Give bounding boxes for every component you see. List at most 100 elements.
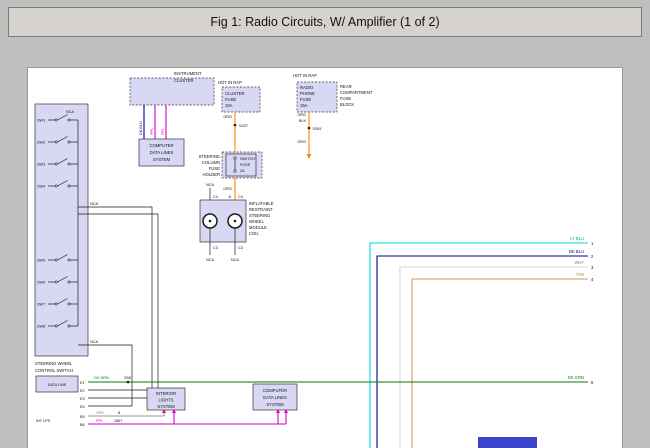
holder-name: HOLDER bbox=[203, 172, 220, 177]
pin-label: B5 bbox=[80, 415, 85, 419]
fuse-rating: 10A bbox=[225, 103, 233, 108]
circuit-number: 8 bbox=[118, 411, 120, 415]
component-name: MODULE bbox=[249, 225, 267, 230]
nca-label: NCA bbox=[231, 258, 239, 262]
pin-number: 8 bbox=[591, 380, 594, 385]
pin-label: C4 bbox=[213, 195, 218, 199]
wire-color-label: ORG bbox=[297, 140, 306, 144]
pin-number: 1 bbox=[591, 241, 594, 246]
wire-color-label: BLK bbox=[299, 119, 307, 123]
nca-label: NCA bbox=[206, 258, 214, 262]
computer-data-lines-system-bottom: COMPUTER DATA LINES SYSTEM bbox=[253, 384, 297, 410]
switch-harness-wires: NCA NCA bbox=[78, 202, 158, 406]
footer-blue-box[interactable] bbox=[478, 437, 537, 448]
wire-color-label: TAN bbox=[576, 272, 584, 277]
cluster-data-wires: DK BLU PPL PPL bbox=[139, 105, 166, 139]
figure-title-bar: Fig 1: Radio Circuits, W/ Amplifier (1 o… bbox=[8, 7, 642, 37]
component-name: STEERING WHEEL bbox=[35, 361, 73, 366]
wire-color-label: ORG bbox=[297, 113, 306, 117]
dark-green-wire: DK GRN S38 DK GRN 8 bbox=[88, 375, 594, 385]
wiring-diagram: SW1 SW2 SW3 SW4 bbox=[28, 68, 622, 448]
hot-in-rap-label: HOT IN RAP bbox=[218, 80, 242, 85]
pin-number: 2 bbox=[591, 254, 594, 259]
wire-color-label: DK GRN bbox=[568, 375, 584, 380]
pin-label: E1 bbox=[80, 381, 85, 385]
switch-label: SW7 bbox=[37, 303, 45, 307]
component-name: COIL bbox=[249, 231, 259, 236]
pin-label: E2 bbox=[80, 389, 85, 393]
component-name: COMPUTER bbox=[150, 143, 174, 148]
component-name: SYSTEM bbox=[153, 157, 171, 162]
switch-label: SW4 bbox=[37, 185, 45, 189]
hot-in-rap-label: HOT IN RAP bbox=[293, 73, 317, 78]
fuse-name: FUSE bbox=[240, 163, 251, 167]
svg-text:REAR: REAR bbox=[340, 84, 352, 89]
circuit-number: 1857 bbox=[114, 419, 122, 423]
connector-name: INT LPS bbox=[36, 419, 51, 423]
switch-label: SW3 bbox=[37, 163, 45, 167]
wire-color-label: DK BLU bbox=[139, 121, 143, 135]
steering-column-fuse-holder: SWITCH FUSE 2A STEERING COLUMN FUSE HOLD… bbox=[199, 152, 262, 178]
fuse-name: SWITCH bbox=[240, 157, 255, 161]
pin-number: 4 bbox=[591, 277, 594, 282]
wire-color-label: PPL bbox=[96, 419, 103, 423]
orange-wire-radio: ORG BLK S305 ORG bbox=[297, 112, 321, 159]
fuse-name: PHONE bbox=[300, 91, 315, 96]
svg-text:FUSE: FUSE bbox=[340, 96, 351, 101]
pin-label: E4 bbox=[80, 405, 85, 409]
pin-number: 3 bbox=[591, 265, 594, 270]
data-line-connector: DATA LINE E1 E2 E3 E4 INT LPS B5 B6 bbox=[36, 376, 85, 427]
component-name: INFLATABLE bbox=[249, 201, 274, 206]
connector-name: DATA LINE bbox=[48, 383, 67, 387]
component-name: WHEEL bbox=[249, 219, 265, 224]
component-name: STEERING bbox=[249, 213, 270, 218]
radio-harness-wires: LT BLU 1 DK BLU 2 WHT 3 TAN 4 bbox=[370, 236, 594, 448]
splice-label: S207 bbox=[239, 124, 248, 128]
fuse-rating: 15A bbox=[300, 103, 308, 108]
nca-label: NCA bbox=[90, 202, 98, 206]
wire-color-label: WHT bbox=[574, 260, 584, 265]
holder-name: COLUMN bbox=[202, 160, 220, 165]
wire-color-label: GRY bbox=[96, 411, 105, 415]
interior-lights-system: INTERIOR LIGHTS SYSTEM bbox=[147, 388, 185, 410]
nca-label: NCA bbox=[206, 183, 214, 187]
wire-color-label: PPL bbox=[150, 128, 154, 135]
pin-label: C3 bbox=[213, 246, 218, 250]
instrument-cluster: INSTRUMENT CLUSTER bbox=[130, 71, 214, 105]
wire-color-label: DK GRN bbox=[94, 376, 109, 380]
fuse-rating: 2A bbox=[240, 169, 245, 173]
component-name: DATA LINES bbox=[150, 150, 174, 155]
wire-color-label: LT BLU bbox=[570, 236, 584, 241]
pin-label: C3 bbox=[238, 246, 243, 250]
switch-label: SW5 bbox=[37, 259, 45, 263]
cluster-fuse: CLUSTER FUSE 10A bbox=[222, 87, 260, 112]
wire-color-label: ORG bbox=[223, 187, 232, 191]
fuse-name: FUSE bbox=[300, 97, 311, 102]
figure-title: Fig 1: Radio Circuits, W/ Amplifier (1 o… bbox=[210, 15, 439, 29]
app-window: Fig 1: Radio Circuits, W/ Amplifier (1 o… bbox=[0, 0, 650, 448]
switch-label: SW1 bbox=[37, 119, 45, 123]
fuse-name: FUSE bbox=[225, 97, 236, 102]
radio-phone-fuse: RADIO PHONE FUSE 15A bbox=[297, 82, 337, 112]
holder-name: STEERING bbox=[199, 154, 220, 159]
switch-label: SW8 bbox=[37, 325, 45, 329]
wire-color-label: ORG bbox=[223, 115, 232, 119]
rear-compartment-fuse-block-label: REAR COMPARTMENT FUSE BLOCK bbox=[340, 84, 373, 107]
pin-label: A bbox=[228, 195, 231, 199]
steering-wheel-control-switch: SW1 SW2 SW3 SW4 bbox=[35, 104, 88, 373]
svg-text:COMPARTMENT: COMPARTMENT bbox=[340, 90, 373, 95]
pin-label: C4 bbox=[238, 195, 243, 199]
component-name: SYSTEM bbox=[157, 404, 175, 409]
inflatable-restraint-coil: NCA C4 A C4 C3 C3 NCA NCA INFLATABLE RES… bbox=[200, 183, 274, 262]
component-name: LIGHTS bbox=[158, 398, 173, 403]
fuse-name: RADIO bbox=[300, 85, 314, 90]
component-name: CLUSTER bbox=[174, 78, 194, 83]
holder-name: FUSE bbox=[209, 166, 220, 171]
component-name: RESTRAINT bbox=[249, 207, 273, 212]
nca-label: NCA bbox=[90, 340, 98, 344]
pin-label: E3 bbox=[80, 397, 85, 401]
diagram-canvas[interactable]: SW1 SW2 SW3 SW4 bbox=[28, 68, 622, 448]
pin-label: B6 bbox=[80, 423, 85, 427]
computer-data-lines-system-top: COMPUTER DATA LINES SYSTEM bbox=[139, 139, 184, 166]
nca-label: NCA bbox=[66, 110, 74, 114]
